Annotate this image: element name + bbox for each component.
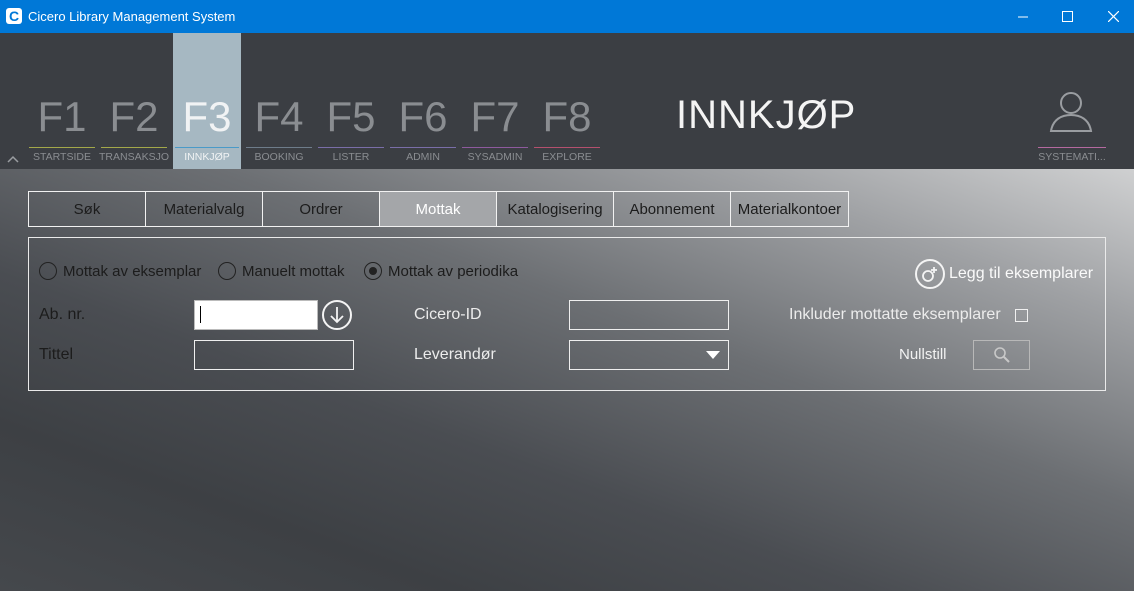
reset-button[interactable]: Nullstill [899,346,947,363]
collapse-header-button[interactable] [6,151,20,163]
app-logo-icon: C [6,8,22,24]
title-label: Tittel [39,346,74,363]
radio-mottak-eksemplar[interactable]: Mottak av eksemplar [39,262,201,280]
supplier-label: Leverandør [414,346,496,363]
user-underline [1038,147,1106,148]
module-header: F1 STARTSIDE F2 TRANSAKSJONER F3 INNKJØP… [0,33,1134,202]
fkey-underline [390,147,456,148]
close-icon [1107,11,1119,22]
cicero-id-input[interactable] [569,300,729,330]
radio-manuelt-mottak[interactable]: Manuelt mottak [218,262,345,280]
fkey-number: F4 [254,93,304,140]
radio-label: Mottak av eksemplar [63,262,202,280]
fkey-label: INNKJØP [184,151,230,163]
minimize-icon [1018,16,1028,17]
user-menu[interactable]: SYSTEMATI... [1036,33,1108,169]
fkey-label: EXPLORE [542,151,592,163]
fkey-f7[interactable]: F7 SYSADMIN [460,33,530,169]
radio-label: Mottak av periodika [388,262,519,280]
cicero-id-label: Cicero-ID [414,306,482,323]
add-copies-button[interactable]: Legg til eksemplarer [915,259,1093,289]
include-received-label: Inkluder mottatte eksemplarer [789,306,1001,323]
ab-nr-input[interactable] [194,300,318,330]
ab-nr-label: Ab. nr. [39,306,86,323]
maximize-button[interactable] [1044,0,1090,33]
fkey-underline [534,147,600,148]
chevron-down-icon [706,351,720,359]
fkey-number: F7 [470,93,520,140]
user-label: SYSTEMATI... [1038,151,1106,163]
tab-sok[interactable]: Søk [29,192,146,226]
fkey-number: F8 [542,93,592,140]
maximize-icon [1061,11,1073,22]
close-button[interactable] [1090,0,1134,33]
tab-mottak[interactable]: Mottak [380,192,497,226]
fkey-number: F5 [326,93,376,140]
fkey-underline [29,147,95,148]
fkey-underline [246,147,312,148]
fkey-label: ADMIN [406,151,440,163]
fkey-label: STARTSIDE [33,151,91,163]
fkey-f2[interactable]: F2 TRANSAKSJONER [99,33,169,169]
fkey-underline [101,147,167,148]
search-icon [993,347,1010,363]
main-content: Søk Materialvalg Ordrer Mottak Katalogis… [0,169,1134,591]
arrow-down-icon [330,307,344,324]
chevron-up-icon [7,155,19,163]
page-title: INNKJØP [676,93,857,137]
supplier-select[interactable] [569,340,729,370]
fkey-f3[interactable]: F3 INNKJØP [173,33,241,169]
user-icon [1049,92,1093,132]
fkey-underline [462,147,528,148]
title-bar: C Cicero Library Management System [0,0,1134,33]
fkey-number: F6 [398,93,448,140]
purchase-tabs: Søk Materialvalg Ordrer Mottak Katalogis… [28,191,849,227]
window-title: Cicero Library Management System [28,9,236,24]
fkey-label: TRANSAKSJONER [99,151,169,163]
title-input[interactable] [194,340,354,370]
radio-mottak-periodika[interactable]: Mottak av periodika [364,262,518,280]
fkey-label: BOOKING [254,151,304,163]
fkey-f5[interactable]: F5 LISTER [316,33,386,169]
tab-katalogisering[interactable]: Katalogisering [497,192,614,226]
fetch-button[interactable] [322,300,352,330]
fkey-f6[interactable]: F6 ADMIN [388,33,458,169]
fkey-underline [318,147,384,148]
fkey-underline [175,147,239,148]
minimize-button[interactable] [1000,0,1046,33]
tab-materialkontoer[interactable]: Materialkontoer [731,192,848,226]
radio-button[interactable] [218,262,236,280]
add-copies-icon [915,259,945,289]
fkey-label: LISTER [332,151,370,163]
radio-label: Manuelt mottak [242,262,345,280]
add-copies-label: Legg til eksemplarer [949,265,1094,282]
search-button[interactable] [973,340,1030,370]
fkey-number: F1 [37,93,87,140]
include-received-checkbox[interactable] [1015,309,1028,322]
fkey-f1[interactable]: F1 STARTSIDE [27,33,97,169]
fkey-label: SYSADMIN [467,151,523,163]
radio-button-selected[interactable] [364,262,382,280]
fkey-f8[interactable]: F8 EXPLORE [532,33,602,169]
tab-ordrer[interactable]: Ordrer [263,192,380,226]
radio-button[interactable] [39,262,57,280]
fkey-number: F2 [109,93,159,140]
tab-abonnement[interactable]: Abonnement [614,192,731,226]
text-caret [200,306,201,323]
fkey-f4[interactable]: F4 BOOKING [244,33,314,169]
fkey-number: F3 [182,93,232,140]
receive-panel: Mottak av eksemplar Manuelt mottak Motta… [28,237,1106,391]
tab-materialvalg[interactable]: Materialvalg [146,192,263,226]
